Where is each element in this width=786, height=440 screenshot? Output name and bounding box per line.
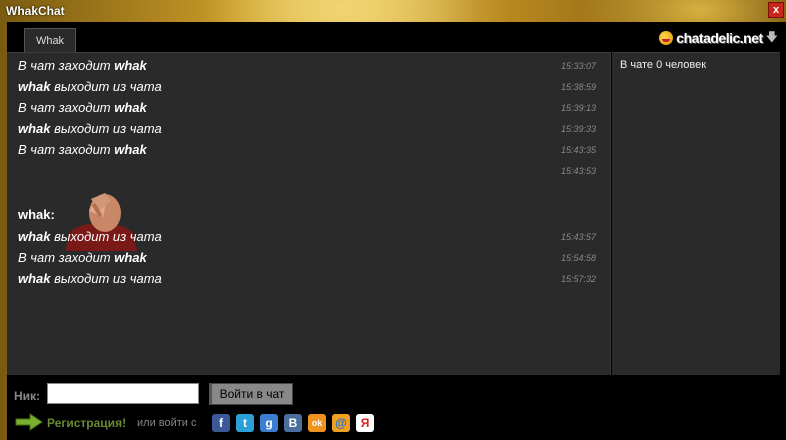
- or-login-text: или войти с: [137, 417, 197, 429]
- message-time: 15:43:35: [560, 145, 596, 155]
- message-text: выходит из чата: [50, 271, 162, 286]
- message-list[interactable]: 15:33:07 В чат заходит whak 15:38:59 whak в…: [7, 52, 611, 375]
- close-button[interactable]: x: [768, 2, 784, 18]
- message-time: 15:33:07: [560, 61, 596, 71]
- message-author: whak:: [18, 207, 55, 222]
- message-user[interactable]: whak: [18, 229, 51, 244]
- message-text: В чат заходит: [18, 250, 115, 265]
- arrow-down-icon[interactable]: 🡇: [766, 28, 778, 49]
- arrow-right-icon: [15, 413, 43, 431]
- message-user[interactable]: whak: [114, 250, 147, 265]
- brand[interactable]: chatadelic.net 🡇: [659, 29, 778, 47]
- message-time: 15:54:58: [560, 253, 596, 263]
- window-title: WhakChat: [6, 4, 65, 18]
- message-time: 15:43:57: [560, 232, 596, 242]
- message-time: 15:43:53: [560, 166, 596, 176]
- mailru-icon[interactable]: @: [332, 414, 350, 432]
- login-panel: Ник: Войти в чат Регистрация! или войти …: [7, 375, 786, 440]
- login-button[interactable]: Войти в чат: [209, 383, 293, 405]
- vk-icon[interactable]: B: [284, 414, 302, 432]
- message-time: 15:39:33: [560, 124, 596, 134]
- facebook-icon[interactable]: f: [212, 414, 230, 432]
- nick-label: Ник:: [14, 389, 41, 403]
- message-text: В чат заходит: [18, 58, 115, 73]
- message-time: 15:38:59: [560, 82, 596, 92]
- chat-window: Whak chatadelic.net 🡇 15:33:07 В чат захо…: [7, 22, 786, 440]
- user-list: В чате 0 человек: [612, 52, 780, 375]
- title-bar[interactable]: WhakChat x: [0, 0, 786, 22]
- message-text: выходит из чата: [50, 79, 162, 94]
- message-text: В чат заходит: [18, 100, 115, 115]
- message-row: whak выходит из чата: [18, 271, 162, 286]
- message-text: В чат заходит: [18, 142, 115, 157]
- twitter-icon[interactable]: t: [236, 414, 254, 432]
- message-row: whak выходит из чата: [18, 229, 162, 244]
- brand-text: chatadelic.net: [676, 30, 763, 46]
- message-row: В чат заходит whak: [18, 100, 147, 115]
- message-time: 15:57:32: [560, 274, 596, 284]
- message-row: whak выходит из чата: [18, 79, 162, 94]
- message-row: В чат заходит whak: [18, 58, 147, 73]
- message-user[interactable]: whak: [114, 100, 147, 115]
- message-user[interactable]: whak: [18, 79, 51, 94]
- message-user[interactable]: whak: [114, 58, 147, 73]
- message-row: В чат заходит whak: [18, 250, 147, 265]
- message-time: 15:39:13: [560, 103, 596, 113]
- message-user[interactable]: whak: [18, 121, 51, 136]
- tab-bar: Whak chatadelic.net 🡇: [7, 22, 786, 52]
- users-count: В чате 0 человек: [620, 59, 707, 71]
- odnoklassniki-icon[interactable]: ok: [308, 414, 326, 432]
- message-user[interactable]: whak: [18, 271, 51, 286]
- smiley-logo-icon: [659, 31, 674, 45]
- message-text: выходит из чата: [50, 229, 162, 244]
- register-link[interactable]: Регистрация!: [47, 416, 126, 430]
- nick-input[interactable]: [47, 383, 199, 404]
- tab-whak[interactable]: Whak: [24, 28, 76, 52]
- message-text: выходит из чата: [50, 121, 162, 136]
- message-user[interactable]: whak: [114, 142, 147, 157]
- message-row: whak выходит из чата: [18, 121, 162, 136]
- google-icon[interactable]: g: [260, 414, 278, 432]
- message-row: В чат заходит whak: [18, 142, 147, 157]
- yandex-icon[interactable]: Я: [356, 414, 374, 432]
